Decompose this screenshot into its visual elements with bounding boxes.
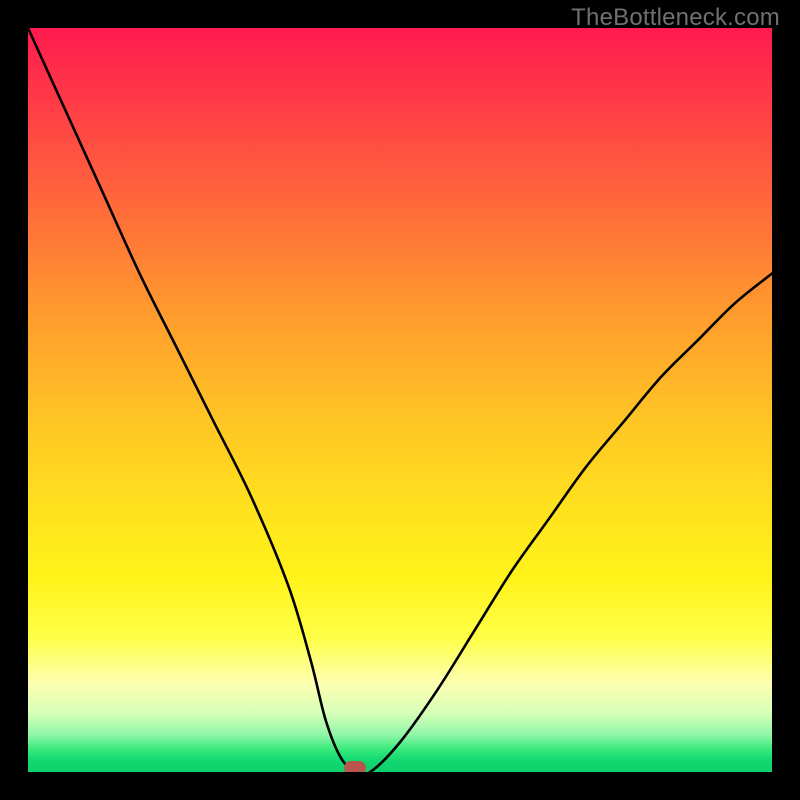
optimal-marker <box>344 761 366 772</box>
plot-area <box>28 28 772 772</box>
bottleneck-curve <box>28 28 772 772</box>
chart-stage: TheBottleneck.com <box>0 0 800 800</box>
